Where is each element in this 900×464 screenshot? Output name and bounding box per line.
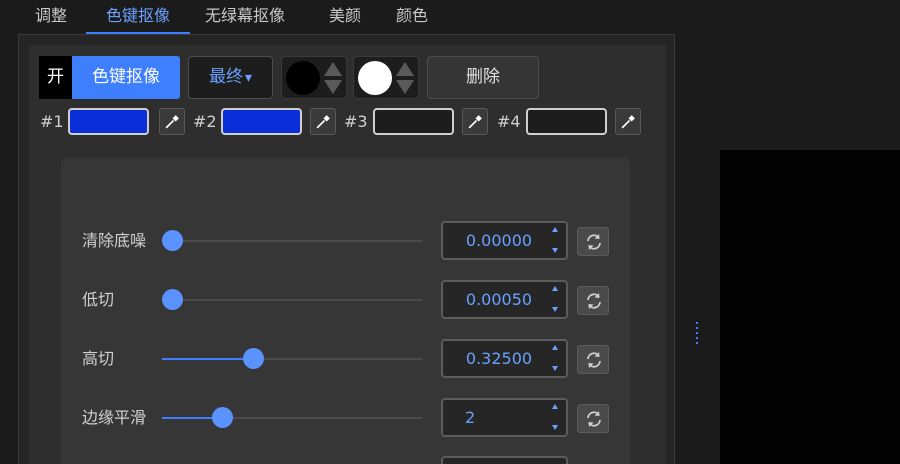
output-dropdown[interactable]: 最终 ▾ [188,56,273,99]
high-cut-reset-button[interactable] [577,345,609,374]
color-key-label-2: #2 [193,112,217,131]
splitter-dot [696,337,698,339]
reset-icon [587,352,601,368]
panel-splitter-handle[interactable] [696,322,699,346]
low-cut-value[interactable]: 0.00050 [443,282,555,317]
eyedropper-icon [165,115,179,129]
tab-bar: 调整 色键抠像 无绿幕抠像 美颜 颜色 [0,0,900,34]
spin-down-icon[interactable] [552,366,558,371]
edge-smooth-value[interactable]: 2 [443,400,555,435]
spin-up-icon[interactable] [552,345,558,350]
tab-chroma-key[interactable]: 色键抠像 [86,0,190,34]
reset-icon [587,234,601,250]
eyedropper-icon [468,115,482,129]
eyedropper-button-1[interactable] [159,108,185,135]
eyedropper-button-4[interactable] [615,108,641,135]
arrow-down-icon[interactable] [396,80,414,94]
delete-button[interactable]: 删除 [427,56,539,99]
high-cut-label: 高切 [82,349,115,368]
spin-down-icon[interactable] [552,248,558,253]
tab-color[interactable]: 颜色 [396,0,436,34]
high-cut-number-input[interactable]: 0.32500 [441,339,568,378]
enable-toggle[interactable]: 开 [39,56,72,99]
high-cut-slider-fill [162,358,253,360]
low-cut-number-input[interactable]: 0.00050 [441,280,568,319]
black-stepper[interactable] [324,62,342,94]
edge-smooth-reset-button[interactable] [577,404,609,433]
edge-smooth-number-input[interactable]: 2 [441,398,568,437]
denoise-value[interactable]: 0.00000 [443,223,555,258]
arrow-down-icon[interactable] [324,80,342,94]
splitter-dot [696,327,698,329]
color-key-swatch-2[interactable] [221,108,302,135]
edge-smooth-label: 边缘平滑 [82,408,147,427]
edge-smooth-slider-thumb[interactable] [211,407,233,428]
white-point-control[interactable] [353,56,419,99]
spin-up-icon[interactable] [552,286,558,291]
arrow-up-icon[interactable] [324,62,342,76]
denoise-reset-button[interactable] [577,227,609,256]
color-key-label-1: #1 [40,112,64,131]
tab-adjust[interactable]: 调整 [35,0,71,34]
chevron-down-icon: ▾ [244,70,253,86]
spin-up-icon[interactable] [552,227,558,232]
number-input-partial[interactable] [441,456,568,464]
splitter-dot [696,322,698,324]
denoise-label: 清除底噪 [82,231,147,250]
white-stepper[interactable] [396,62,414,94]
color-key-label-4: #4 [497,112,521,131]
low-cut-reset-button[interactable] [577,286,609,315]
splitter-dot [696,332,698,334]
high-cut-slider[interactable] [162,348,422,369]
color-key-label-3: #3 [344,112,368,131]
arrow-up-icon[interactable] [396,62,414,76]
spin-up-icon[interactable] [552,404,558,409]
tab-beauty[interactable]: 美颜 [329,0,369,34]
video-preview [720,150,900,464]
tab-no-greenscreen[interactable]: 无绿幕抠像 [205,0,301,34]
eyedropper-icon [316,115,330,129]
white-circle-swatch[interactable] [358,61,392,95]
black-point-control[interactable] [281,56,347,99]
spin-down-icon[interactable] [552,425,558,430]
eyedropper-button-2[interactable] [310,108,336,135]
output-dropdown-label: 最终 [208,67,243,87]
denoise-number-input[interactable]: 0.00000 [441,221,568,260]
chroma-key-window: 调整 色键抠像 无绿幕抠像 美颜 颜色 开 色键抠像 最终 ▾ 删除 #1 #2 … [0,0,900,464]
reset-icon [587,293,601,309]
reset-icon [587,411,601,427]
color-key-swatch-3[interactable] [373,108,454,135]
color-key-swatch-1[interactable] [68,108,149,135]
high-cut-slider-thumb[interactable] [243,348,264,369]
denoise-slider[interactable] [162,230,422,251]
low-cut-slider[interactable] [162,289,422,310]
eyedropper-icon [621,115,635,129]
splitter-dot [696,342,698,344]
low-cut-label: 低切 [82,290,115,309]
black-circle-swatch[interactable] [286,61,320,95]
edge-smooth-slider[interactable] [162,407,422,428]
color-key-swatch-4[interactable] [526,108,607,135]
eyedropper-button-3[interactable] [462,108,488,135]
chroma-key-mode-button[interactable]: 色键抠像 [72,56,180,99]
spin-down-icon[interactable] [552,307,558,312]
high-cut-value[interactable]: 0.32500 [443,341,555,376]
